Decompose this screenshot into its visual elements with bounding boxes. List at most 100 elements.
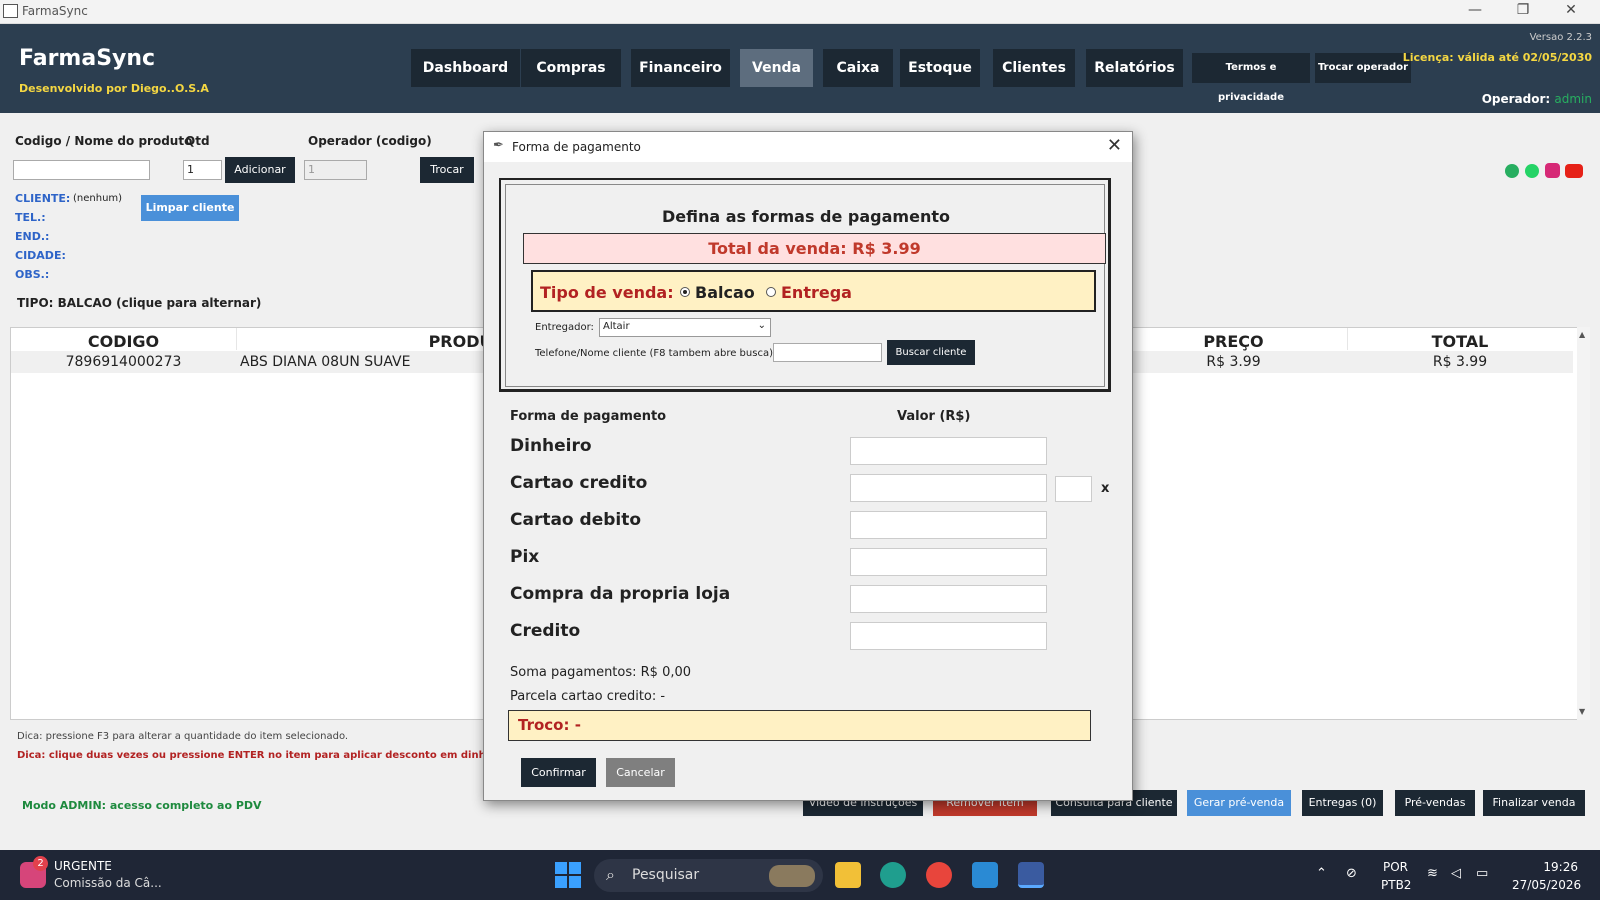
table-scrollbar[interactable]: ▲ ▼ — [1577, 327, 1590, 720]
qty-input[interactable]: 1 — [183, 160, 222, 180]
header-codigo: CODIGO — [87, 332, 160, 351]
developer-credit: Desenvolvido por Diego..O.S.A — [19, 82, 209, 95]
instagram-icon[interactable] — [1545, 163, 1560, 178]
header-total: TOTAL — [1431, 332, 1489, 351]
confirm-button[interactable]: Confirmar — [521, 758, 596, 787]
pix-input[interactable] — [850, 548, 1047, 576]
search-client-button[interactable]: Buscar cliente — [887, 340, 975, 365]
network-off-icon[interactable]: ⊘ — [1346, 866, 1357, 881]
installments-x-label: x — [1101, 481, 1110, 496]
sale-type-label: Tipo de venda: — [540, 283, 674, 302]
product-search-input[interactable] — [13, 160, 150, 180]
cartao-debito-input[interactable] — [850, 511, 1047, 539]
chevron-down-icon: ⌄ — [757, 320, 766, 331]
cell-preco[interactable]: R$ 3.99 — [1120, 354, 1347, 370]
operator-label: Operador: admin — [1482, 92, 1592, 106]
radio-balcao[interactable] — [680, 287, 690, 297]
notification-text[interactable]: Comissão da Câ... — [54, 876, 162, 890]
nav-relatorios[interactable]: Relatórios — [1086, 49, 1183, 87]
chevron-up-icon[interactable]: ⌃ — [1316, 866, 1327, 881]
clock-time[interactable]: 19:26 — [1512, 860, 1578, 874]
clock-date[interactable]: 27/05/2026 — [1512, 878, 1581, 892]
generate-presale-button[interactable]: Gerar pré-venda — [1187, 790, 1291, 816]
wifi-icon[interactable]: ≋ — [1427, 866, 1438, 881]
product-label: Codigo / Nome do produto — [15, 134, 193, 148]
close-window-icon[interactable]: ✕ — [1548, 2, 1594, 22]
entrega-option-label[interactable]: Entrega — [781, 283, 852, 302]
payment-dialog: ✒ Forma de pagamento ✕ Defina as formas … — [483, 131, 1133, 801]
taskbar-search[interactable]: ⌕ Pesquisar — [594, 859, 823, 892]
dialog-titlebar: ✒ Forma de pagamento ✕ — [484, 132, 1132, 162]
header-preco: PREÇO — [1203, 332, 1264, 351]
cloud-icon[interactable] — [1505, 164, 1519, 178]
nav-dashboard[interactable]: Dashboard — [411, 49, 520, 87]
method-cartao-credito: Cartao credito — [510, 473, 648, 493]
credito-input[interactable] — [850, 622, 1047, 650]
amount-header: Valor (R$) — [897, 409, 971, 424]
deliverer-value: Altair — [603, 321, 630, 332]
battery-icon[interactable]: ▭ — [1476, 866, 1488, 881]
tip-discount: Dica: clique duas vezes ou pressione ENT… — [17, 750, 512, 761]
phone-label: Telefone/Nome cliente (F8 tambem abre bu… — [535, 348, 777, 359]
keyboard-layout-label[interactable]: PTB2 — [1381, 878, 1411, 892]
radio-entrega[interactable] — [766, 287, 776, 297]
minimize-icon[interactable]: — — [1452, 2, 1498, 22]
sale-type-toggle[interactable]: TIPO: BALCAO (clique para alternar) — [17, 296, 261, 310]
window-titlebar: FarmaSync — ❐ ✕ — [0, 0, 1600, 24]
client-label: CLIENTE: — [15, 192, 71, 205]
youtube-icon[interactable] — [1565, 164, 1583, 178]
nav-estoque[interactable]: Estoque — [900, 49, 980, 87]
switch-button[interactable]: Trocar — [420, 157, 474, 183]
cartao-credito-input[interactable] — [850, 474, 1047, 502]
nav-venda[interactable]: Venda — [740, 49, 813, 87]
qty-label: Qtd — [185, 134, 210, 148]
deliveries-button[interactable]: Entregas (0) — [1302, 790, 1383, 816]
cell-total[interactable]: R$ 3.99 — [1347, 354, 1573, 370]
dialog-close-icon[interactable]: ✕ — [1107, 135, 1122, 156]
python-app-icon[interactable] — [1018, 862, 1044, 888]
finalize-sale-button[interactable]: Finalizar venda — [1483, 790, 1585, 816]
cell-codigo[interactable]: 7896914000273 — [11, 354, 236, 370]
method-compra-loja: Compra da propria loja — [510, 584, 731, 604]
switch-operator-button[interactable]: Trocar operador — [1315, 53, 1411, 83]
nav-caixa[interactable]: Caixa — [823, 49, 893, 87]
deliverer-select[interactable]: Altair ⌄ — [599, 318, 771, 337]
compra-loja-input[interactable] — [850, 585, 1047, 613]
restore-icon[interactable]: ❐ — [1500, 2, 1546, 22]
volume-icon[interactable]: ◁ — [1451, 866, 1461, 881]
sale-info-panel: Defina as formas de pagamento Total da v… — [499, 178, 1111, 392]
dinheiro-input[interactable] — [850, 437, 1047, 465]
phone-input[interactable] — [773, 343, 882, 362]
scroll-down-icon[interactable]: ▼ — [1579, 707, 1585, 716]
method-cartao-debito: Cartao debito — [510, 510, 642, 530]
whatsapp-icon[interactable] — [1525, 164, 1539, 178]
presales-button[interactable]: Pré-vendas — [1395, 790, 1475, 816]
nav-clientes[interactable]: Clientes — [993, 49, 1075, 87]
windows-start-icon[interactable] — [555, 862, 581, 888]
change-box: Troco: - — [508, 710, 1091, 741]
notification-badge: 2 — [33, 856, 48, 871]
payment-method-header: Forma de pagamento — [510, 409, 667, 424]
installments-input[interactable] — [1055, 476, 1092, 502]
license-label: Licença: válida até 02/05/2030 — [1402, 51, 1592, 64]
clear-client-button[interactable]: Limpar cliente — [141, 195, 239, 221]
notification-title[interactable]: URGENTE — [54, 859, 112, 873]
dialog-title: Forma de pagamento — [512, 140, 641, 154]
payments-sum: Soma pagamentos: R$ 0,00 — [510, 665, 692, 680]
nav-financeiro[interactable]: Financeiro — [631, 49, 730, 87]
vscode-icon[interactable] — [972, 862, 998, 888]
add-button[interactable]: Adicionar — [225, 157, 295, 183]
chrome-icon[interactable] — [926, 862, 952, 888]
language-label[interactable]: POR — [1383, 860, 1408, 874]
edge-icon[interactable] — [880, 862, 906, 888]
window-title: FarmaSync — [22, 4, 88, 18]
file-explorer-icon[interactable] — [835, 862, 861, 888]
cell-produto[interactable]: ABS DIANA 08UN SUAVE — [240, 354, 410, 370]
nav-compras[interactable]: Compras — [521, 49, 621, 87]
panel-border: Defina as formas de pagamento Total da v… — [505, 184, 1106, 387]
terms-button[interactable]: Termos e privacidade — [1192, 53, 1310, 103]
cancel-button[interactable]: Cancelar — [606, 758, 675, 787]
balcao-option-label[interactable]: Balcao — [695, 283, 755, 302]
obs-label: OBS.: — [15, 268, 50, 281]
scroll-up-icon[interactable]: ▲ — [1579, 330, 1585, 339]
